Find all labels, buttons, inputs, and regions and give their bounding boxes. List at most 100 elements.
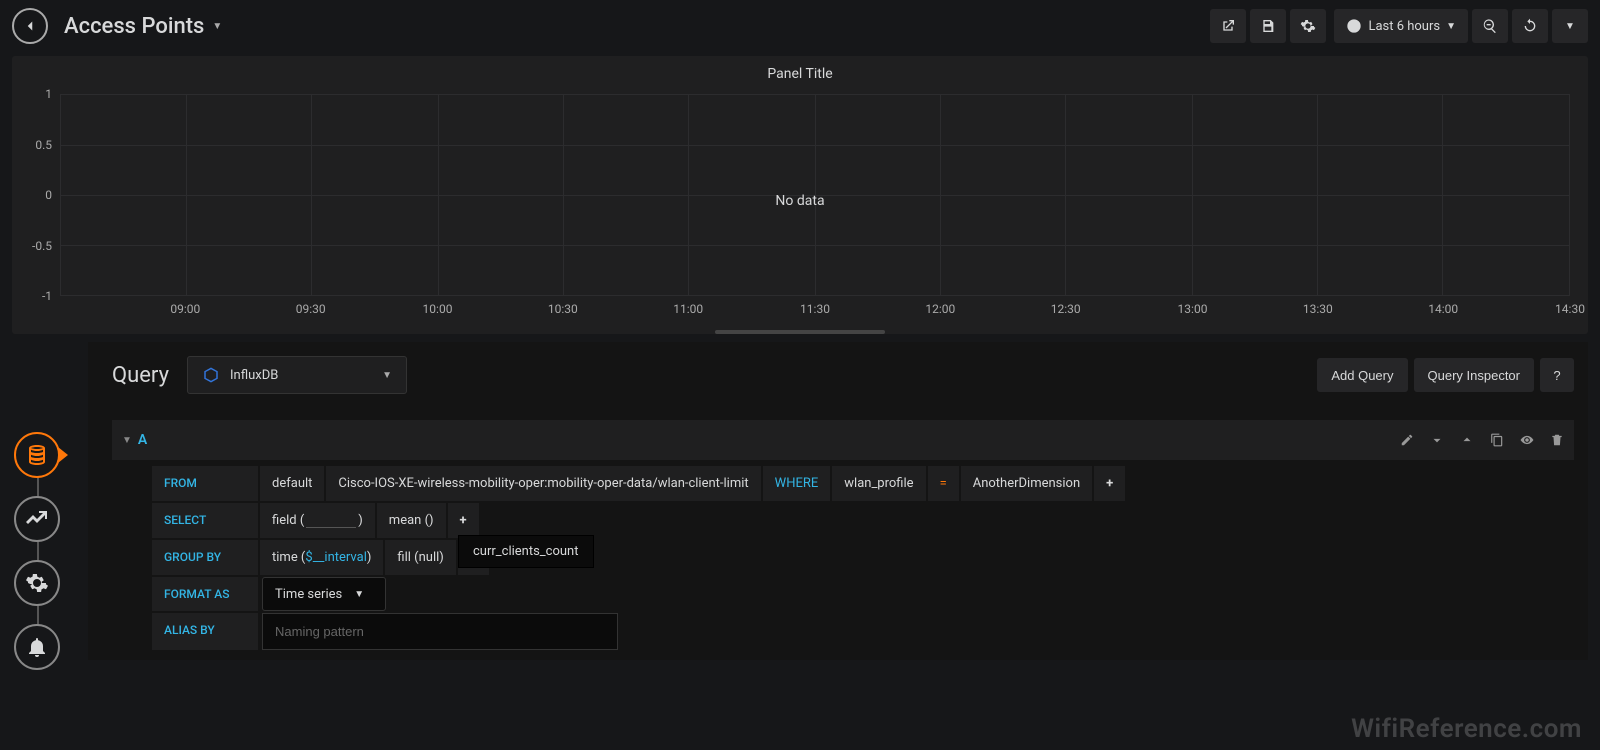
time-range-picker[interactable]: Last 6 hours ▼ — [1334, 9, 1468, 43]
from-label: FROM — [152, 466, 258, 501]
duplicate-icon[interactable] — [1490, 433, 1504, 447]
formatas-label: FORMAT AS — [152, 577, 258, 611]
query-help-button[interactable]: ? — [1540, 358, 1574, 392]
select-label: SELECT — [152, 503, 258, 538]
x-tick: 12:00 — [925, 302, 955, 316]
format-select[interactable]: Time series ▼ — [262, 577, 386, 611]
y-tick: 0 — [45, 188, 52, 202]
format-value: Time series — [275, 587, 342, 602]
save-icon — [1260, 18, 1276, 34]
datasource-name: InfluxDB — [230, 368, 278, 383]
watermark-text: WifiReference.com — [1351, 714, 1582, 744]
x-tick: 10:00 — [423, 302, 453, 316]
alias-input[interactable] — [262, 613, 618, 650]
groupby-clause-row: GROUP BY time ($__interval) fill (null) … — [152, 540, 1574, 575]
zoom-out-button[interactable] — [1472, 9, 1508, 43]
query-editor: Query InfluxDB ▼ Add Query Query Inspect… — [88, 342, 1588, 660]
panel-title[interactable]: Panel Title — [12, 56, 1588, 86]
graph-panel: Panel Title 1 0.5 0 -0.5 -1 09:00 — [12, 56, 1588, 334]
field-close: ) — [358, 513, 363, 528]
y-axis: 1 0.5 0 -0.5 -1 — [12, 86, 56, 296]
gear-icon — [25, 571, 49, 595]
select-clause-row: SELECT field ( ) mean () + curr_clients_… — [152, 503, 1574, 538]
page-title[interactable]: Access Points — [64, 14, 204, 39]
query-inspector-button[interactable]: Query Inspector — [1414, 358, 1535, 392]
groupby-time-segment[interactable]: time ($__interval) — [260, 540, 383, 575]
measurement-segment[interactable]: Cisco-IOS-XE-wireless-mobility-oper:mobi… — [326, 466, 760, 501]
add-select-button[interactable]: + — [448, 503, 479, 538]
groupby-label: GROUP BY — [152, 540, 258, 575]
chevron-down-icon: ▼ — [1446, 21, 1456, 32]
chevron-down-icon: ▼ — [1565, 21, 1575, 32]
time-close: ) — [367, 550, 372, 565]
trash-icon[interactable] — [1550, 433, 1564, 447]
where-operator-segment[interactable]: = — [928, 466, 959, 501]
collapse-caret-icon[interactable]: ▼ — [122, 435, 132, 446]
x-tick: 09:00 — [170, 302, 200, 316]
refresh-interval-button[interactable]: ▼ — [1552, 9, 1588, 43]
clock-icon — [1346, 18, 1362, 34]
x-axis: 09:00 09:30 10:00 10:30 11:00 11:30 12:0… — [60, 302, 1570, 318]
groupby-fill-segment[interactable]: fill (null) — [385, 540, 455, 575]
chart-area[interactable]: 1 0.5 0 -0.5 -1 09:00 09:30 10:00 — [12, 86, 1588, 326]
edit-icon[interactable] — [1400, 433, 1414, 447]
nodata-message: No data — [775, 193, 824, 209]
nav-tab-queries[interactable] — [14, 432, 60, 478]
share-icon — [1220, 18, 1236, 34]
time-open: time ( — [272, 550, 305, 565]
gear-icon — [1300, 18, 1316, 34]
y-tick: -1 — [42, 289, 52, 303]
arrow-left-icon — [21, 17, 39, 35]
query-body: FROM default Cisco-IOS-XE-wireless-mobil… — [112, 460, 1574, 650]
aliasby-label: ALIAS BY — [152, 613, 258, 650]
bell-icon — [25, 635, 49, 659]
refresh-button[interactable] — [1512, 9, 1548, 43]
nav-tab-general[interactable] — [14, 560, 60, 606]
nav-tab-visualization[interactable] — [14, 496, 60, 542]
field-input-caret[interactable] — [306, 514, 356, 528]
x-tick: 14:00 — [1428, 302, 1458, 316]
y-tick: -0.5 — [32, 239, 52, 253]
x-tick: 13:00 — [1178, 302, 1208, 316]
x-tick: 11:00 — [673, 302, 703, 316]
time-range-label: Last 6 hours — [1368, 19, 1440, 34]
where-value-segment[interactable]: AnotherDimension — [961, 466, 1092, 501]
move-up-icon[interactable] — [1460, 433, 1474, 447]
y-tick: 1 — [45, 87, 52, 101]
refresh-icon — [1522, 18, 1538, 34]
field-segment[interactable]: field ( ) — [260, 503, 375, 538]
panel-resize-handle[interactable] — [715, 330, 885, 334]
settings-button[interactable] — [1290, 9, 1326, 43]
datasource-picker[interactable]: InfluxDB ▼ — [187, 356, 407, 394]
x-tick: 14:30 — [1555, 302, 1585, 316]
autocomplete-item[interactable]: curr_clients_count — [473, 544, 579, 559]
add-where-button[interactable]: + — [1094, 466, 1125, 501]
query-section-label: Query — [112, 363, 169, 388]
add-query-button[interactable]: Add Query — [1317, 358, 1407, 392]
query-letter: A — [138, 432, 147, 448]
formatas-row: FORMAT AS Time series ▼ — [152, 577, 1574, 611]
x-tick: 12:30 — [1051, 302, 1081, 316]
chevron-down-icon: ▼ — [382, 370, 392, 381]
retention-policy-segment[interactable]: default — [260, 466, 324, 501]
where-key-segment[interactable]: wlan_profile — [832, 466, 925, 501]
eye-icon[interactable] — [1520, 433, 1534, 447]
x-tick: 11:30 — [800, 302, 830, 316]
nav-tab-alert[interactable] — [14, 624, 60, 670]
share-button[interactable] — [1210, 9, 1246, 43]
field-open: field ( — [272, 513, 304, 528]
save-button[interactable] — [1250, 9, 1286, 43]
chart-icon — [25, 507, 49, 531]
move-down-icon[interactable] — [1430, 433, 1444, 447]
title-dropdown-caret[interactable]: ▼ — [212, 21, 222, 32]
interval-variable: $__interval — [305, 550, 366, 565]
field-autocomplete-dropdown[interactable]: curr_clients_count — [458, 535, 594, 568]
aggregate-segment[interactable]: mean () — [377, 503, 446, 538]
x-tick: 09:30 — [296, 302, 326, 316]
back-button[interactable] — [12, 8, 48, 44]
search-minus-icon — [1482, 18, 1498, 34]
x-tick: 10:30 — [548, 302, 578, 316]
query-row-actions — [1400, 433, 1564, 447]
editor-side-nav — [14, 432, 60, 670]
query-row-header[interactable]: ▼ A — [112, 420, 1574, 460]
